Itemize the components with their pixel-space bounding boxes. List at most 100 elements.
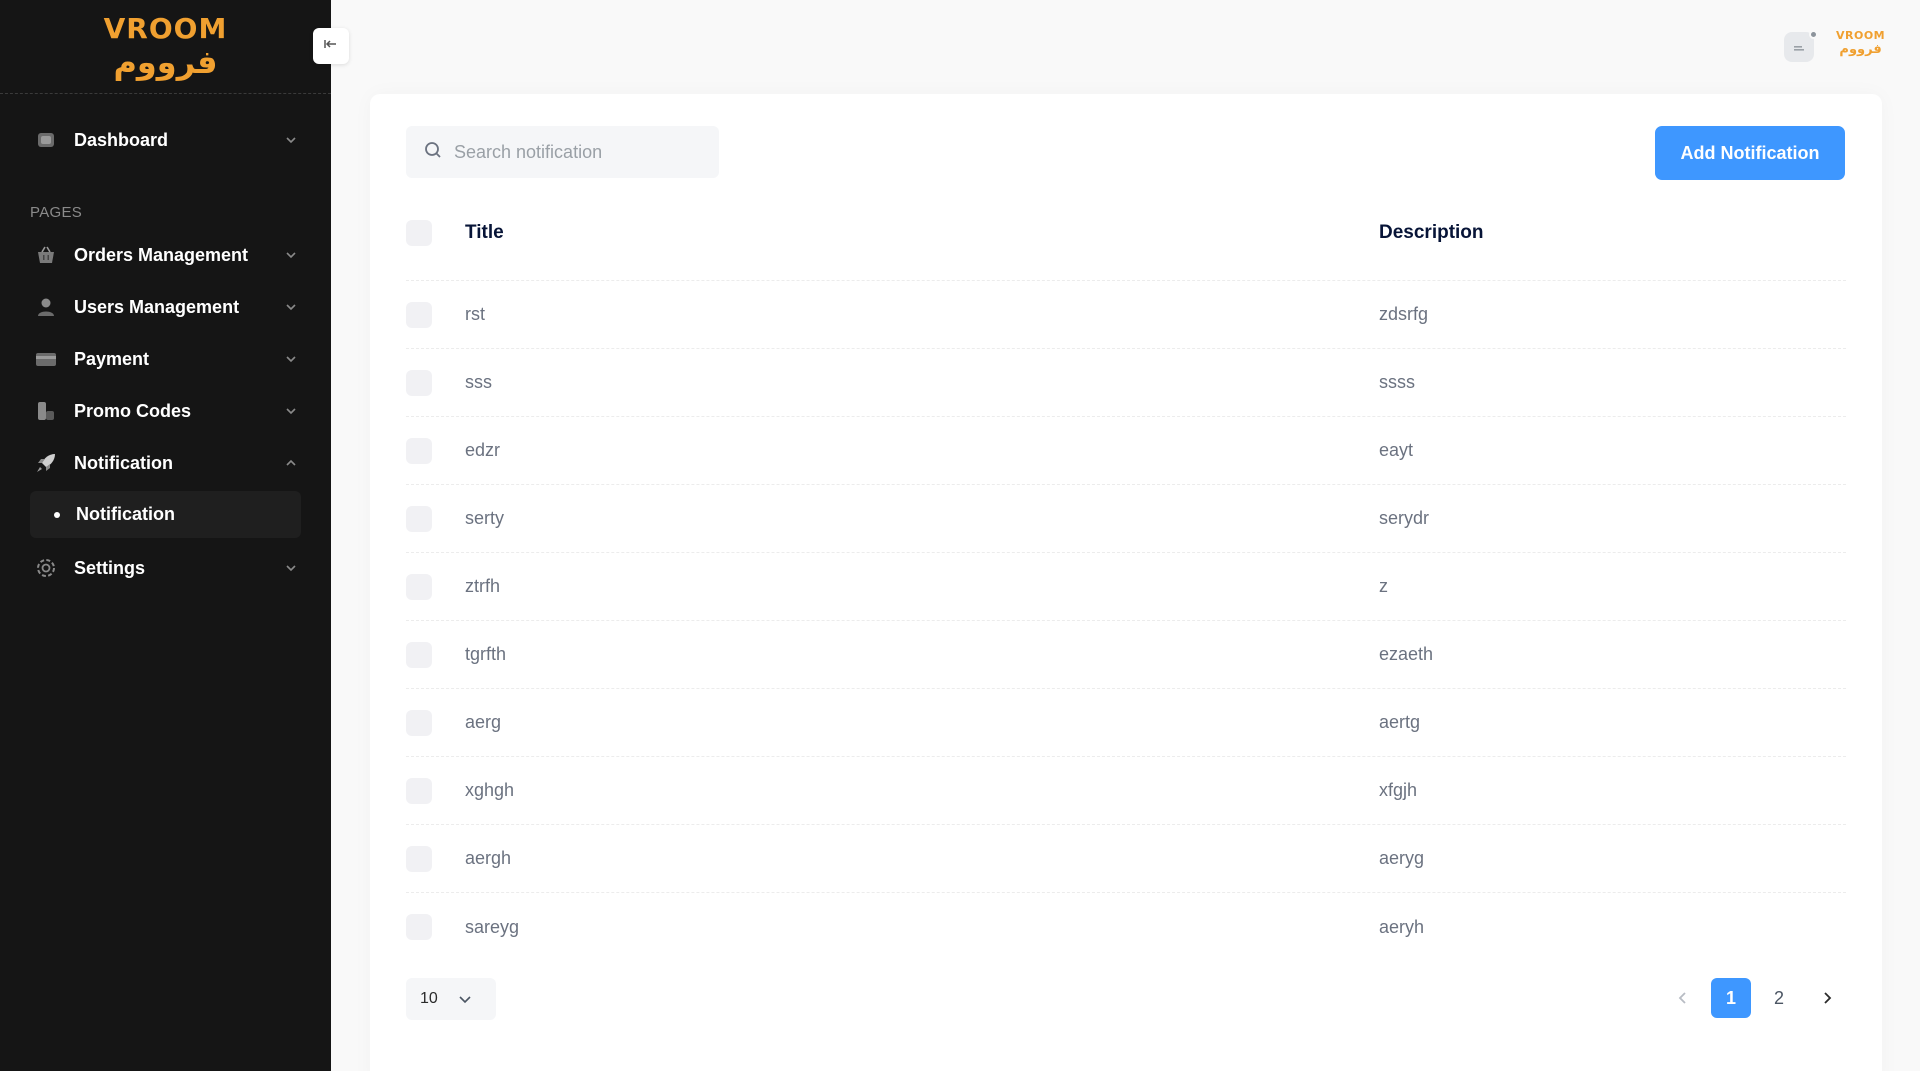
- sidebar-subitem-notification[interactable]: Notification: [30, 491, 301, 538]
- cell-description: z: [1379, 576, 1388, 596]
- cell-title: aerg: [465, 712, 502, 732]
- sidebar-item-orders-management[interactable]: Orders Management: [30, 229, 301, 281]
- credit-card-icon: [33, 346, 59, 372]
- user-icon: [33, 294, 59, 320]
- pagination-prev-button[interactable]: [1663, 978, 1703, 1018]
- table-row[interactable]: rst zdsrfg: [406, 281, 1846, 349]
- dashboard-icon: [33, 127, 59, 153]
- table-row[interactable]: ztrfh z: [406, 553, 1846, 621]
- cell-description: aeryg: [1379, 848, 1425, 868]
- chevron-down-icon: [281, 401, 301, 421]
- notifications-table: Title Description rst zdsrfg sss ssss ed…: [406, 219, 1846, 1057]
- row-checkbox[interactable]: [406, 641, 432, 668]
- table-row[interactable]: edzr eayt: [406, 417, 1846, 485]
- pagination-next-button[interactable]: [1807, 978, 1847, 1018]
- column-header-description[interactable]: Description: [1379, 222, 1484, 244]
- sidebar-item-dashboard[interactable]: Dashboard: [30, 114, 301, 166]
- cell-description: aeryh: [1379, 916, 1425, 937]
- chevron-left-icon: [1678, 992, 1686, 1004]
- column-header-title[interactable]: Title: [465, 222, 504, 244]
- pagination-page-2[interactable]: 2: [1759, 978, 1799, 1018]
- table-row[interactable]: aerg aertg: [406, 689, 1846, 757]
- chevron-down-icon: [281, 558, 301, 578]
- search-box[interactable]: [406, 126, 719, 178]
- cell-description: zdsrfg: [1379, 304, 1429, 324]
- bullet-icon: [54, 511, 60, 518]
- chevron-up-icon: [281, 453, 301, 473]
- select-all-checkbox[interactable]: [406, 219, 432, 246]
- sidebar-item-users-management[interactable]: Users Management: [30, 281, 301, 333]
- table-row[interactable]: sss ssss: [406, 349, 1846, 417]
- pagination-page-1[interactable]: 1: [1711, 978, 1751, 1018]
- chevron-down-icon: [281, 130, 301, 150]
- row-checkbox[interactable]: [406, 437, 432, 464]
- table-row[interactable]: serty serydr: [406, 485, 1846, 553]
- brand-logo-latin: VROOM: [103, 11, 228, 45]
- row-checkbox[interactable]: [406, 845, 432, 872]
- cell-title: sss: [465, 372, 492, 392]
- row-checkbox[interactable]: [406, 573, 432, 600]
- table-header: Title Description: [406, 185, 1846, 281]
- brand-logo-arabic: فرووم: [113, 42, 218, 81]
- cell-description: xfgjh: [1379, 780, 1418, 800]
- row-checkbox[interactable]: [406, 301, 432, 328]
- cell-description: ssss: [1379, 372, 1415, 392]
- row-checkbox[interactable]: [406, 709, 432, 736]
- table-body: rst zdsrfg sss ssss edzr eayt serty sery…: [406, 281, 1846, 961]
- cell-title: edzr: [465, 440, 501, 460]
- sidebar-item-promo-codes[interactable]: Promo Codes: [30, 385, 301, 437]
- arrow-left-icon: [323, 36, 339, 57]
- notification-card: Add Notification Title Description rst z…: [370, 94, 1882, 1071]
- sidebar-subitem-label: Notification: [76, 504, 175, 524]
- cell-title: aergh: [465, 848, 512, 868]
- cell-description: aertg: [1379, 712, 1421, 732]
- sidebar-item-payment[interactable]: Payment: [30, 333, 301, 385]
- row-checkbox[interactable]: [406, 914, 432, 940]
- sidebar-item-settings[interactable]: Settings: [30, 542, 301, 594]
- sidebar-item-label: Payment: [74, 348, 150, 369]
- chevron-right-icon: [1824, 992, 1832, 1004]
- table-row[interactable]: xghgh xfgjh: [406, 757, 1846, 825]
- cell-title: sareyg: [465, 916, 520, 937]
- table-row[interactable]: tgrfth ezaeth: [406, 621, 1846, 689]
- sidebar-item-label: Orders Management: [74, 244, 249, 265]
- row-checkbox[interactable]: [406, 369, 432, 396]
- basket-icon: [33, 242, 59, 268]
- sidebar: VROOM فرووم Dashboard PAGES Orders Manag…: [0, 0, 331, 1071]
- row-checkbox[interactable]: [406, 505, 432, 532]
- sidebar-item-label: Promo Codes: [74, 400, 192, 421]
- promo-code-icon: [33, 398, 59, 424]
- cell-title: ztrfh: [465, 576, 501, 596]
- section-label-pages: PAGES: [30, 204, 83, 221]
- gear-icon: [33, 555, 59, 581]
- header-logo: VROOM فرووم: [1836, 29, 1886, 58]
- chevron-down-icon: [281, 349, 301, 369]
- sidebar-nav: Dashboard PAGES Orders Management Users …: [0, 114, 331, 594]
- cell-description: ezaeth: [1379, 644, 1434, 664]
- sidebar-item-label: Settings: [74, 557, 146, 578]
- table-row[interactable]: aergh aeryg: [406, 825, 1846, 893]
- sidebar-collapse-button[interactable]: [313, 28, 349, 64]
- cell-description: eayt: [1379, 440, 1414, 460]
- pagination: 1 2: [1655, 978, 1847, 1018]
- sidebar-item-label: Users Management: [74, 296, 240, 317]
- search-input[interactable]: [454, 141, 704, 163]
- row-checkbox[interactable]: [406, 777, 432, 804]
- rocket-icon: [33, 450, 59, 476]
- search-icon: [424, 141, 442, 164]
- cell-title: xghgh: [465, 780, 515, 800]
- sidebar-item-label: Notification: [74, 452, 173, 473]
- cell-title: serty: [465, 508, 505, 528]
- cell-title: rst: [465, 304, 485, 324]
- sidebar-item-label: Dashboard: [74, 129, 169, 150]
- brand-logo[interactable]: VROOM فرووم: [0, 0, 331, 94]
- add-notification-button[interactable]: Add Notification: [1655, 126, 1845, 180]
- table-row[interactable]: sareyg aeryh: [406, 893, 1846, 961]
- header-logo-latin: VROOM: [1836, 29, 1886, 42]
- user-avatar[interactable]: [1784, 30, 1818, 62]
- sidebar-item-notification[interactable]: Notification: [30, 437, 301, 489]
- chevron-down-icon: [458, 992, 472, 1006]
- cell-title: tgrfth: [465, 644, 507, 664]
- cell-description: serydr: [1379, 508, 1430, 528]
- page-size-select[interactable]: 10: [406, 978, 496, 1020]
